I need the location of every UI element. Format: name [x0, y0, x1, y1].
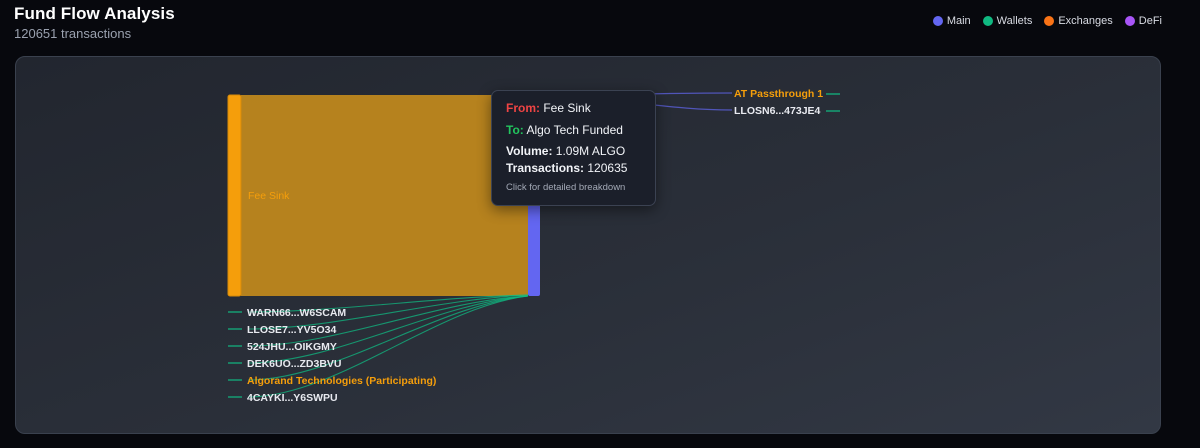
flow-tooltip[interactable]: From: Fee Sink To: Algo Tech Funded Volu… [491, 90, 656, 206]
legend-item-wallets[interactable]: Wallets [982, 15, 1033, 27]
tooltip-to-row: To: Algo Tech Funded [506, 123, 623, 137]
legend-label-wallets: Wallets [996, 15, 1033, 27]
tooltip-hint: Click for detailed breakdown [506, 182, 626, 193]
tooltip-from-row: From: Fee Sink [506, 101, 591, 115]
tooltip-tx-key: Transactions: [506, 161, 585, 175]
node-label-llose7[interactable]: LLOSE7...YV5O34 [247, 324, 336, 336]
node-label-at-passthrough[interactable]: AT Passthrough 1 [734, 88, 823, 100]
legend-label-main: Main [946, 15, 971, 27]
tooltip-from-key: From: [506, 101, 540, 115]
link-to-524jhu[interactable] [247, 295, 529, 347]
node-label-524jhu[interactable]: 524JHU...OIKGMY [247, 341, 337, 353]
tooltip-to-value: Algo Tech Funded [526, 123, 623, 137]
legend-label-defi: DeFi [1138, 15, 1162, 27]
fee-sink-label: Fee Sink [248, 190, 290, 202]
node-label-llosn6[interactable]: LLOSN6...473JE4 [734, 105, 821, 117]
legend-item-exchanges[interactable]: Exchanges [1044, 15, 1113, 27]
tooltip-volume-row: Volume: 1.09M ALGO [506, 144, 625, 158]
tooltip-tx-row: Transactions: 120635 [506, 161, 627, 175]
legend-dot-wallets [982, 16, 993, 26]
transaction-count: 120651 transactions [14, 26, 132, 41]
node-label-dek6uo[interactable]: DEK6UO...ZD3BVU [247, 358, 342, 370]
tooltip-from-value: Fee Sink [543, 101, 591, 115]
tooltip-to-key: To: [506, 123, 524, 137]
legend-label-exchanges: Exchanges [1058, 15, 1113, 27]
tooltip-volume-value: 1.09M ALGO [555, 144, 626, 158]
legend-dot-defi [1124, 16, 1135, 26]
legend-dot-main [932, 16, 943, 26]
node-label-warn66[interactable]: WARN66...W6SCAM [247, 307, 346, 319]
tooltip-volume-key: Volume: [506, 144, 553, 158]
legend-item-defi[interactable]: DeFi [1124, 15, 1162, 27]
legend-dot-exchanges [1044, 16, 1055, 26]
page-title: Fund Flow Analysis [14, 4, 175, 23]
node-fee-sink[interactable] [227, 94, 242, 297]
tooltip-tx-value: 120635 [587, 161, 628, 175]
legend: Main Wallets Exchanges DeFi [932, 15, 1162, 27]
legend-item-main[interactable]: Main [932, 15, 971, 27]
node-algo-tech-funded[interactable] [528, 203, 540, 296]
node-label-algorand-technologies[interactable]: Algorand Technologies (Participating) [247, 375, 436, 387]
node-label-4cayki[interactable]: 4CAYKI...Y6SWPU [247, 392, 338, 404]
